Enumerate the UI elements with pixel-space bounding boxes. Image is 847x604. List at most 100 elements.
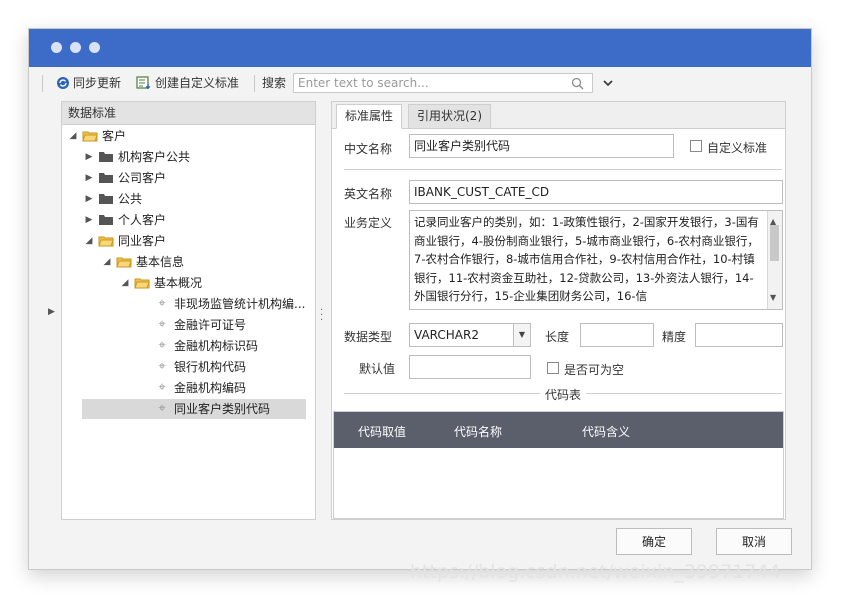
tag-icon: ⌖ (158, 296, 166, 311)
tree-node-label: 基本概况 (154, 276, 203, 290)
tree-node-label: 金融许可证号 (174, 318, 247, 332)
toolbar: 同步更新 创建自定义标准 搜索 (28, 68, 810, 98)
tree-node-label: 非现场监管统计机构编... (174, 297, 306, 311)
tab-standard-attributes[interactable]: 标准属性 (336, 104, 403, 129)
code-table-header: 代码取值 代码名称 代码含义 (334, 412, 783, 448)
tree-node-label: 同业客户类别代码 (174, 402, 271, 416)
expanded-arrow-icon[interactable]: ◢ (102, 252, 112, 272)
tree-node-basic-overview[interactable]: ◢ 基本概况 (120, 273, 202, 293)
folder-icon (99, 173, 113, 183)
tree-leaf-bank-code[interactable]: ⌖ 银行机构代码 (154, 357, 246, 377)
en-name-label: 英文名称 (344, 187, 393, 201)
search-icon[interactable] (571, 77, 584, 90)
en-name-field[interactable]: IBANK_CUST_CATE_CD (409, 180, 783, 204)
nullable-checkbox[interactable] (547, 362, 559, 374)
column-header-code-name[interactable]: 代码名称 (454, 423, 502, 440)
chevron-down-icon[interactable] (603, 74, 613, 92)
biz-definition-text: 记录同业客户的类别，如：1-政策性银行，2-国家开发银行，3-国有商业银行，4-… (414, 215, 759, 303)
expanded-arrow-icon[interactable]: ◢ (68, 126, 78, 146)
default-value-label: 默认值 (359, 362, 396, 376)
tree-node-label: 公司客户 (118, 171, 167, 185)
cancel-button[interactable]: 取消 (716, 528, 792, 555)
collapsed-arrow-icon[interactable]: ▶ (84, 168, 94, 188)
tree-node-corporate-customer[interactable]: ▶ 公司客户 (84, 168, 166, 188)
tree-leaf-license-number[interactable]: ⌖ 金融许可证号 (154, 315, 246, 335)
sync-update-button[interactable]: 同步更新 (56, 74, 121, 92)
window-dot-icon (51, 42, 62, 53)
tree-node-individual-customer[interactable]: ▶ 个人客户 (84, 210, 166, 230)
tree-node-interbank-customer[interactable]: ◢ 同业客户 (84, 231, 166, 251)
tree-node-customer[interactable]: ◢ 客户 (68, 126, 126, 146)
expanded-arrow-icon[interactable]: ◢ (84, 231, 94, 251)
tree-node-label: 公共 (118, 192, 143, 206)
scroll-down-icon[interactable]: ▼ (770, 289, 776, 308)
collapsed-arrow-icon[interactable]: ▶ (84, 210, 94, 230)
splitter-handle[interactable]: · · · (320, 306, 323, 326)
tree-node-label: 基本信息 (136, 255, 185, 269)
collapsed-arrow-icon[interactable]: ▶ (84, 147, 94, 167)
search-box (293, 73, 593, 93)
sync-update-label: 同步更新 (73, 76, 122, 90)
divider (344, 393, 540, 394)
window-dot-icon (70, 42, 81, 53)
cn-name-field[interactable]: 同业客户类别代码 (409, 134, 674, 158)
tree-node-label: 客户 (102, 129, 127, 143)
default-value-field[interactable] (409, 355, 531, 379)
toolbar-separator (42, 75, 43, 92)
data-type-label: 数据类型 (344, 330, 393, 344)
expanded-arrow-icon[interactable]: ◢ (120, 273, 130, 293)
data-type-value: VARCHAR2 (414, 328, 479, 342)
tree-node-label: 金融机构标识码 (174, 339, 259, 353)
column-header-code-value[interactable]: 代码取值 (358, 423, 406, 440)
tree-node-label: 机构客户公共 (118, 150, 191, 164)
tag-icon: ⌖ (158, 317, 166, 332)
biz-definition-textarea[interactable]: 记录同业客户的类别，如：1-政策性银行，2-国家开发银行，3-国有商业银行，4-… (409, 210, 783, 310)
tree-node-label: 个人客户 (118, 213, 167, 227)
open-folder-icon (116, 257, 132, 268)
divider (344, 169, 782, 170)
tree-leaf-institution-id[interactable]: ⌖ 金融机构标识码 (154, 336, 258, 356)
open-folder-icon (134, 278, 150, 289)
tab-reference-status[interactable]: 引用状况(2) (408, 104, 491, 129)
folder-icon (99, 215, 113, 225)
tree-leaf-offsite-supervision[interactable]: ⌖ 非现场监管统计机构编... (154, 294, 305, 314)
window-dot-icon (89, 42, 100, 53)
tree-node-label: 同业客户 (118, 234, 167, 248)
column-header-code-meaning[interactable]: 代码含义 (582, 423, 630, 440)
length-field[interactable] (580, 323, 654, 347)
nullable-label: 是否可为空 (564, 363, 625, 377)
folder-icon (99, 194, 113, 204)
detail-tabbar: 标准属性 引用状况(2) (332, 102, 785, 129)
open-folder-icon (98, 236, 114, 247)
tag-icon: ⌖ (158, 380, 166, 395)
data-type-select[interactable]: VARCHAR2 ▼ (409, 323, 531, 347)
biz-definition-label: 业务定义 (344, 216, 393, 230)
custom-standard-checkbox[interactable] (690, 140, 702, 152)
precision-label: 精度 (662, 330, 687, 344)
create-custom-standard-label: 创建自定义标准 (155, 76, 240, 90)
toolbar-separator (254, 75, 255, 92)
watermark: https://blog.csdn.net/weixin_39971744 (410, 561, 781, 583)
search-input[interactable] (294, 74, 542, 92)
textarea-scrollbar[interactable]: ▲ ▼ (767, 211, 782, 309)
scrollbar-thumb[interactable] (770, 225, 779, 261)
collapse-panel-arrow-icon[interactable]: ▶ (48, 307, 55, 317)
create-custom-standard-button[interactable]: 创建自定义标准 (136, 74, 239, 92)
search-label: 搜索 (262, 76, 287, 90)
custom-standard-label: 自定义标准 (707, 141, 768, 155)
tree-node-basic-info[interactable]: ◢ 基本信息 (102, 252, 184, 272)
dropdown-arrow-icon[interactable]: ▼ (513, 324, 530, 346)
divider (586, 393, 782, 394)
create-standard-icon (136, 76, 150, 89)
tree-node-label: 银行机构代码 (174, 360, 247, 374)
standards-tree-panel: 数据标准 ◢ 客户 ▶ 机构客户公共 ▶ 公司客户 ▶ 公共 ▶ 个人客户 ◢ … (61, 101, 316, 520)
length-label: 长度 (545, 330, 570, 344)
collapsed-arrow-icon[interactable]: ▶ (84, 189, 94, 209)
tree-leaf-interbank-category-code[interactable]: ⌖ 同业客户类别代码 (82, 399, 306, 419)
ok-button[interactable]: 确定 (616, 528, 692, 555)
tree-leaf-institution-code[interactable]: ⌖ 金融机构编码 (154, 378, 246, 398)
precision-field[interactable] (695, 323, 783, 347)
tree-node-public[interactable]: ▶ 公共 (84, 189, 142, 209)
refresh-icon (57, 77, 69, 89)
tree-node-institution-public[interactable]: ▶ 机构客户公共 (84, 147, 190, 167)
